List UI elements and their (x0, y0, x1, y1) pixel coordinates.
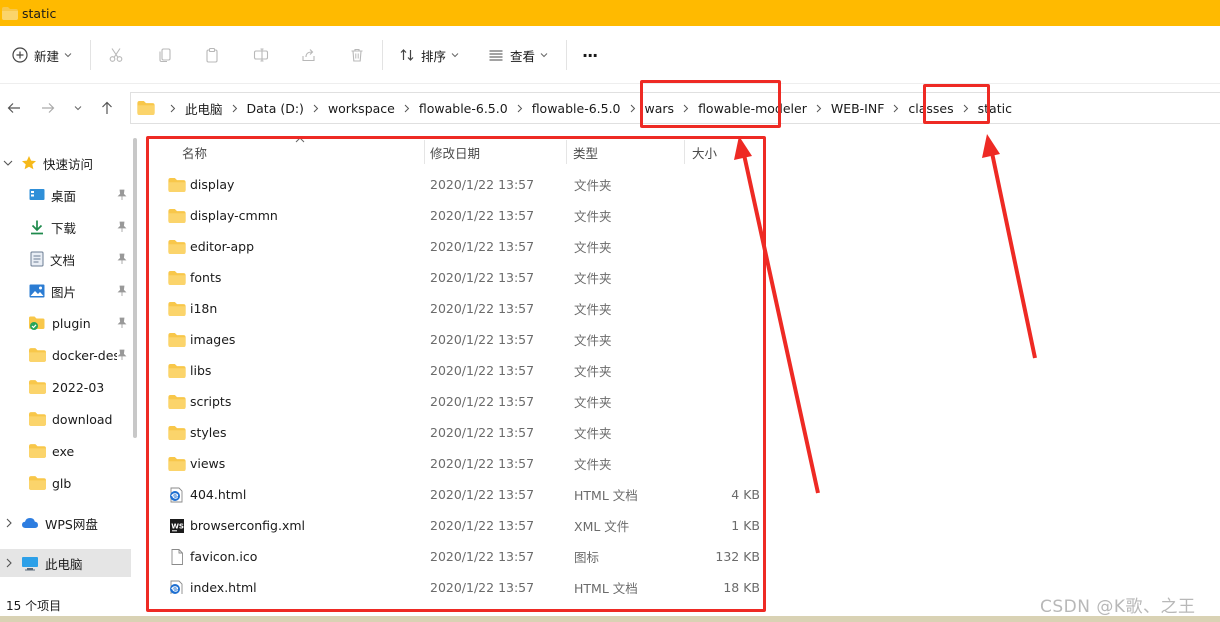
annotation-arrows (734, 134, 1037, 494)
annotation-arrowhead (982, 134, 1000, 158)
annotation-arrowhead (734, 136, 752, 160)
annotation-arrow-to-static (989, 147, 1037, 359)
annotation-arrow-to-modeler (741, 149, 820, 494)
